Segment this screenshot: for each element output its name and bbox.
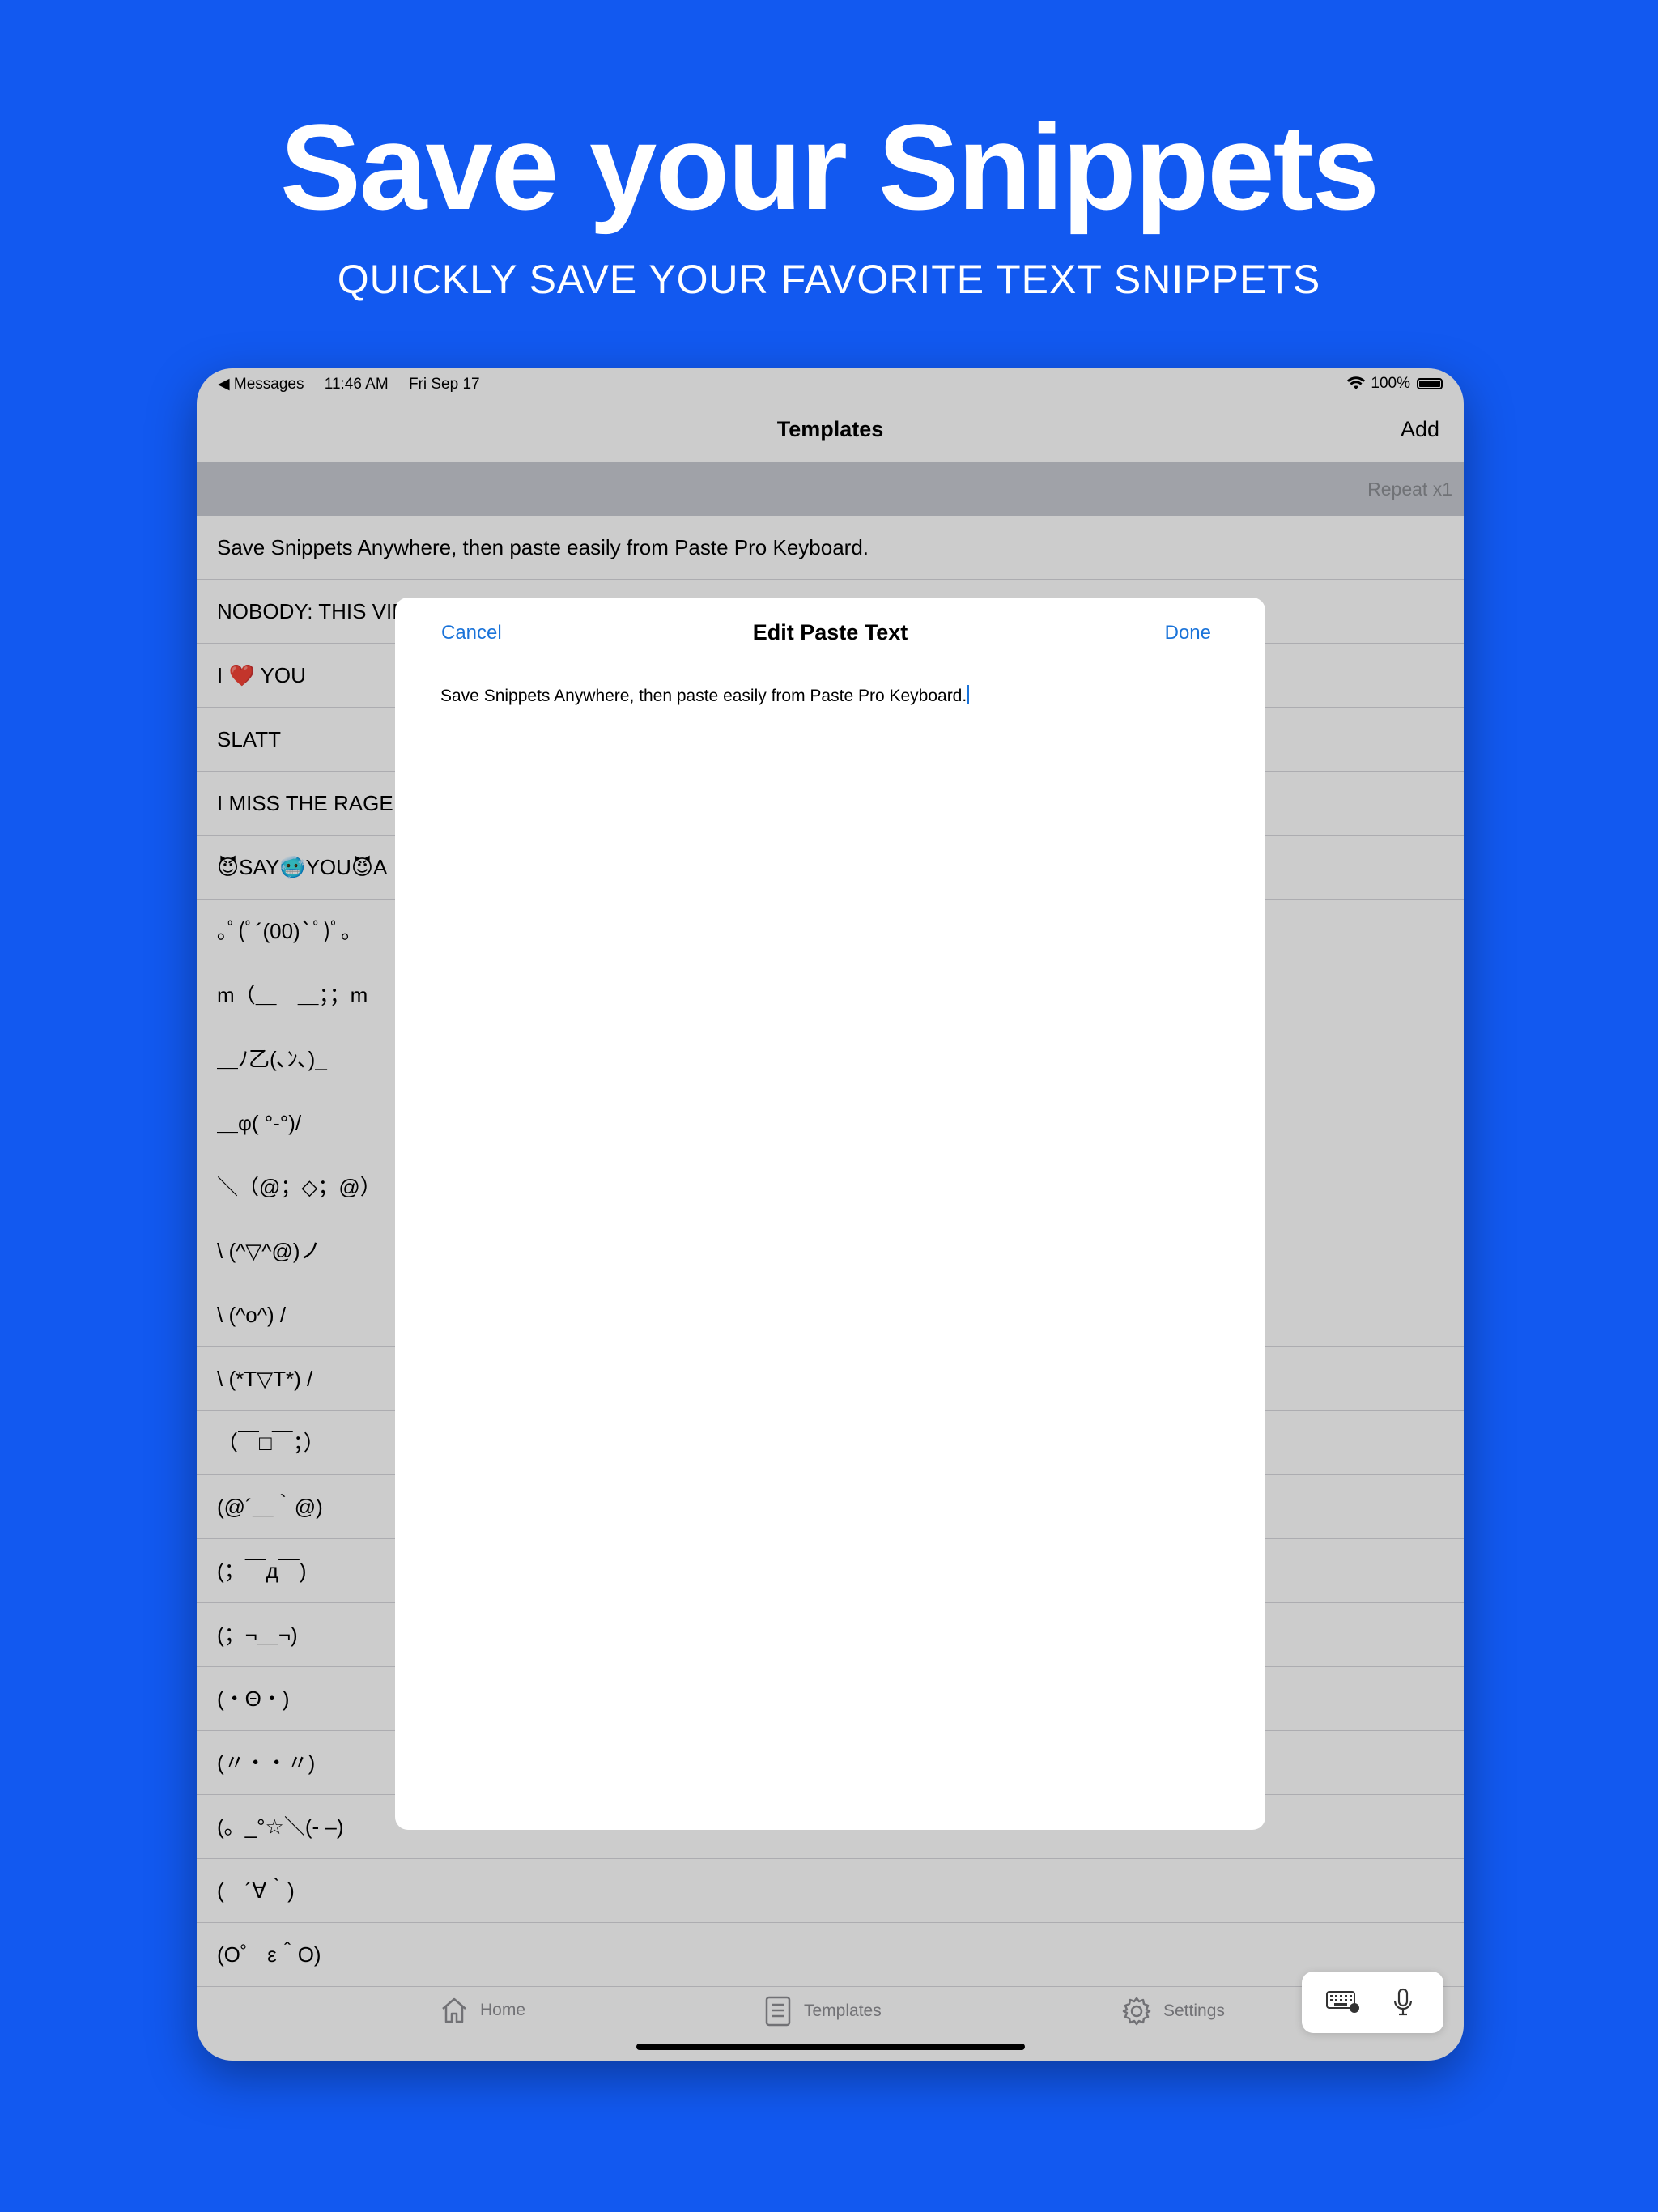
nav-title: Templates bbox=[776, 417, 884, 441]
ipad-frame: ◀ Messages 11:46 AM Fri Sep 17 100% Temp… bbox=[197, 368, 1464, 2061]
keyboard-dictation-widget bbox=[1302, 1972, 1443, 2033]
edit-paste-text-sheet: Cancel Edit Paste Text Done Save Snippet… bbox=[395, 598, 1265, 1830]
gear-icon bbox=[1122, 1997, 1151, 2026]
back-to-messages[interactable]: ◀ Messages bbox=[218, 376, 304, 393]
list-item[interactable]: (O゜ ε＾O) bbox=[197, 1923, 1464, 1987]
keyboard-dismiss-icon[interactable] bbox=[1326, 1991, 1360, 2014]
status-bar: ◀ Messages 11:46 AM Fri Sep 17 100% bbox=[197, 368, 1464, 398]
status-date: Fri Sep 17 bbox=[408, 376, 480, 393]
promo-headline: Save your Snippets bbox=[279, 99, 1380, 235]
paste-text-editor[interactable]: Save Snippets Anywhere, then paste easil… bbox=[440, 685, 970, 706]
repeat-counter[interactable]: Repeat x1 bbox=[1367, 479, 1452, 500]
repeat-bar: Repeat x1 bbox=[197, 462, 1464, 516]
navigation-bar: Templates Add bbox=[197, 398, 1464, 462]
list-item[interactable]: Save Snippets Anywhere, then paste easil… bbox=[197, 516, 1464, 580]
tab-settings[interactable]: Settings bbox=[1121, 1996, 1225, 2027]
list-item[interactable]: ( ´∀｀) bbox=[197, 1859, 1464, 1923]
microphone-icon[interactable] bbox=[1392, 1988, 1414, 2017]
tab-templates[interactable]: Templates bbox=[763, 1996, 882, 2027]
paste-text-value: Save Snippets Anywhere, then paste easil… bbox=[440, 687, 967, 705]
house-icon bbox=[442, 1997, 466, 2023]
tab-home-label: Home bbox=[480, 2001, 526, 2019]
tab-home[interactable]: Home bbox=[440, 1996, 525, 2025]
text-cursor bbox=[967, 685, 970, 704]
sheet-title: Edit Paste Text bbox=[752, 620, 908, 644]
battery-percent: 100% bbox=[1371, 375, 1410, 392]
tab-settings-label: Settings bbox=[1163, 2001, 1225, 2020]
wifi-icon bbox=[1347, 376, 1366, 389]
add-button[interactable]: Add bbox=[1401, 417, 1439, 442]
done-button[interactable]: Done bbox=[1165, 622, 1211, 644]
promo-subheadline: QUICKLY SAVE YOUR FAVORITE TEXT SNIPPETS bbox=[337, 257, 1321, 302]
status-time: 11:46 AM bbox=[324, 376, 389, 393]
home-indicator bbox=[636, 2044, 1025, 2050]
battery-icon bbox=[1417, 378, 1443, 389]
tab-templates-label: Templates bbox=[804, 2001, 882, 2020]
document-list-icon bbox=[765, 1996, 791, 2027]
